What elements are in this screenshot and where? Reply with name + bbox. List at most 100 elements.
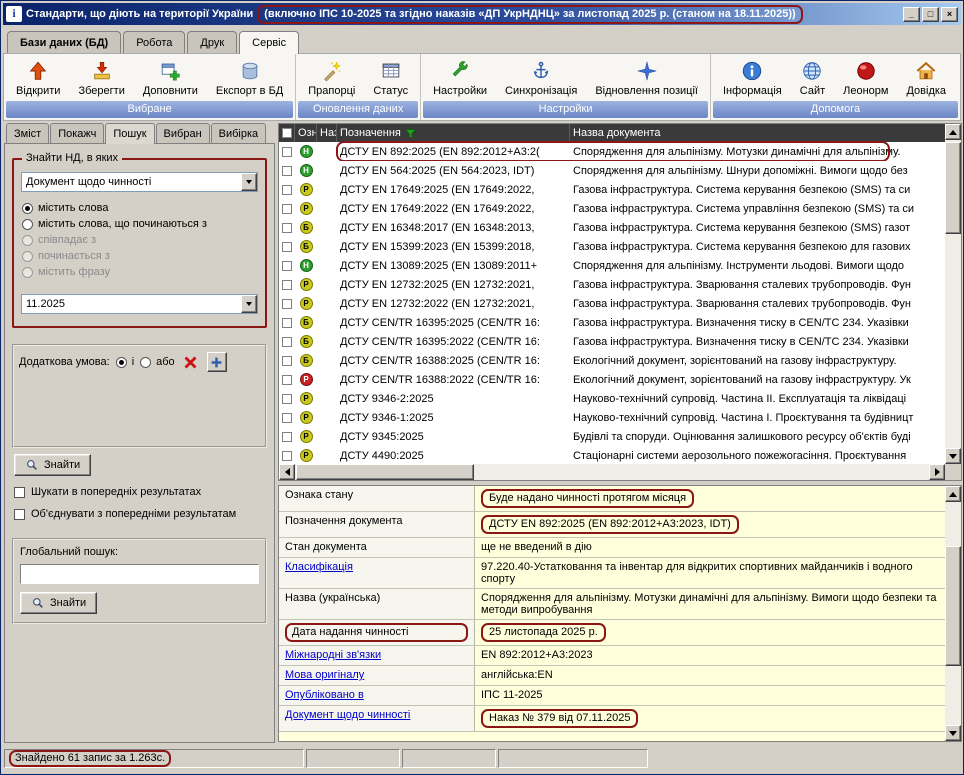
find-button[interactable]: Знайти [14,454,91,476]
flags-button[interactable]: Прапорці [300,56,363,100]
row-select-checkbox[interactable] [279,394,295,404]
leonorm-button[interactable]: Леонорм [835,56,896,100]
table-row[interactable]: БДСТУ CEN/TR 16395:2025 (CEN/TR 16:Газов… [279,313,945,332]
search-option-checkbox[interactable]: Шукати в попередніх результатах [12,486,267,498]
row-select-checkbox[interactable] [279,166,295,176]
tab-print[interactable]: Друк [187,31,237,53]
export-db-button[interactable]: Експорт в БД [208,56,291,100]
scroll-thumb[interactable] [945,142,961,234]
global-find-button[interactable]: Знайти [20,592,97,614]
condition-and-radio[interactable]: і [116,356,134,368]
search-field-combobox[interactable]: Документ щодо чинності [21,172,258,192]
scroll-up-button[interactable] [945,124,961,140]
column-header-naz[interactable]: Наз [317,124,337,142]
row-select-checkbox[interactable] [279,185,295,195]
row-select-checkbox[interactable] [279,432,295,442]
row-select-checkbox[interactable] [279,375,295,385]
detail-row: Документ щодо чинностіНаказ № 379 від 07… [279,706,945,732]
global-search-input[interactable] [20,564,259,584]
scroll-right-button[interactable] [929,464,945,480]
tab-search[interactable]: Пошук [105,123,154,144]
column-header-status[interactable]: Озн [295,124,317,142]
tab-work[interactable]: Робота [123,31,185,53]
table-row[interactable]: БДСТУ EN 16348:2017 (EN 16348:2013,Газов… [279,218,945,237]
information-button[interactable]: Інформація [715,56,790,100]
detail-label-link[interactable]: Класифікація [285,561,353,573]
row-select-checkbox[interactable] [279,204,295,214]
scroll-down-button[interactable] [945,448,961,464]
settings-button[interactable]: Настройки [425,56,495,100]
remove-condition-button[interactable] [181,352,201,372]
table-row[interactable]: РДСТУ 9345:2025Будівлі та споруди. Оціню… [279,427,945,446]
help-button[interactable]: Довідка [898,56,954,100]
table-row[interactable]: РДСТУ EN 17649:2022 (EN 17649:2022,Газов… [279,199,945,218]
combo-dropdown-button[interactable] [241,173,257,191]
append-button[interactable]: Доповнити [135,56,206,100]
search-mode-radio[interactable]: містить слова, що починаються з [22,218,257,230]
row-select-checkbox[interactable] [279,337,295,347]
row-select-checkbox[interactable] [279,223,295,233]
condition-or-radio[interactable]: або [140,356,175,368]
table-row[interactable]: РДСТУ 9346-1:2025Науково-технічний супро… [279,408,945,427]
tab-index[interactable]: Покажч [50,123,104,143]
row-select-checkbox[interactable] [279,261,295,271]
row-select-checkbox[interactable] [279,318,295,328]
sync-button[interactable]: Синхронізація [497,56,585,100]
results-vertical-scrollbar[interactable] [945,124,961,464]
row-select-checkbox[interactable] [279,280,295,290]
table-row[interactable]: РДСТУ 9346-2:2025Науково-технічний супро… [279,389,945,408]
detail-label-link[interactable]: Документ щодо чинності [285,709,410,721]
detail-label-link[interactable]: Мова оригіналу [285,669,364,681]
column-header-designation[interactable]: Позначення [337,124,570,142]
tab-databases[interactable]: Бази даних (БД) [7,31,121,53]
scroll-thumb[interactable] [296,464,474,480]
search-option-checkbox[interactable]: Об'єднувати з попередніми результатам [12,508,267,520]
details-vertical-scrollbar[interactable] [945,486,961,741]
table-row[interactable]: РДСТУ EN 12732:2022 (EN 12732:2021,Газов… [279,294,945,313]
search-mode-radio[interactable]: містить слова [22,202,257,214]
row-select-checkbox[interactable] [279,413,295,423]
results-horizontal-scrollbar[interactable] [279,464,945,480]
table-row[interactable]: РДСТУ EN 17649:2025 (EN 17649:2022,Газов… [279,180,945,199]
period-combobox[interactable]: 11.2025 [21,294,258,314]
app-icon: і [6,6,22,22]
close-button[interactable]: × [941,7,958,22]
save-button[interactable]: Зберегти [70,56,132,100]
table-row[interactable]: БДСТУ EN 15399:2023 (EN 15399:2018,Газов… [279,237,945,256]
row-status-icon: Р [295,202,317,215]
scroll-left-button[interactable] [279,464,295,480]
maximize-button[interactable]: □ [922,7,939,22]
add-condition-button[interactable] [207,352,227,372]
table-row[interactable]: РДСТУ 4490:2025Стаціонарні системи аероз… [279,446,945,465]
tab-contents[interactable]: Зміст [6,123,49,143]
detail-label-link[interactable]: Міжнародні зв'язки [285,649,381,661]
row-select-checkbox[interactable] [279,356,295,366]
table-row[interactable]: БДСТУ CEN/TR 16395:2022 (CEN/TR 16:Газов… [279,332,945,351]
column-header-name[interactable]: Назва документа [570,124,945,142]
row-select-checkbox[interactable] [279,242,295,252]
open-button[interactable]: Відкрити [8,56,68,100]
tab-selected[interactable]: Вибран [156,123,210,143]
table-row[interactable]: РДСТУ CEN/TR 16388:2022 (CEN/TR 16:Еколо… [279,370,945,389]
detail-label-link[interactable]: Опубліковано в [285,689,364,701]
scroll-down-button[interactable] [945,725,961,741]
scroll-up-button[interactable] [945,486,961,502]
combo-dropdown-button[interactable] [241,295,257,313]
minimize-button[interactable]: _ [903,7,920,22]
row-select-checkbox[interactable] [279,451,295,461]
table-row[interactable]: НДСТУ EN 13089:2025 (EN 13089:2011+Споря… [279,256,945,275]
table-row[interactable]: НДСТУ EN 892:2025 (EN 892:2012+А3:2(Спор… [279,142,945,161]
table-row[interactable]: БДСТУ CEN/TR 16388:2025 (CEN/TR 16:Еколо… [279,351,945,370]
restore-position-button[interactable]: Відновлення позиції [587,56,706,100]
scroll-thumb[interactable] [945,546,961,666]
status-button[interactable]: Статус [365,56,416,100]
detail-label: Дата надання чинності [292,626,408,638]
table-row[interactable]: НДСТУ EN 564:2025 (EN 564:2023, IDT)Спор… [279,161,945,180]
select-all-checkbox[interactable] [279,124,295,142]
row-select-checkbox[interactable] [279,299,295,309]
row-select-checkbox[interactable] [279,147,295,157]
tab-selection[interactable]: Вибірка [211,123,267,143]
site-button[interactable]: Сайт [792,56,833,100]
tab-service[interactable]: Сервіс [239,31,299,54]
table-row[interactable]: РДСТУ EN 12732:2025 (EN 12732:2021,Газов… [279,275,945,294]
